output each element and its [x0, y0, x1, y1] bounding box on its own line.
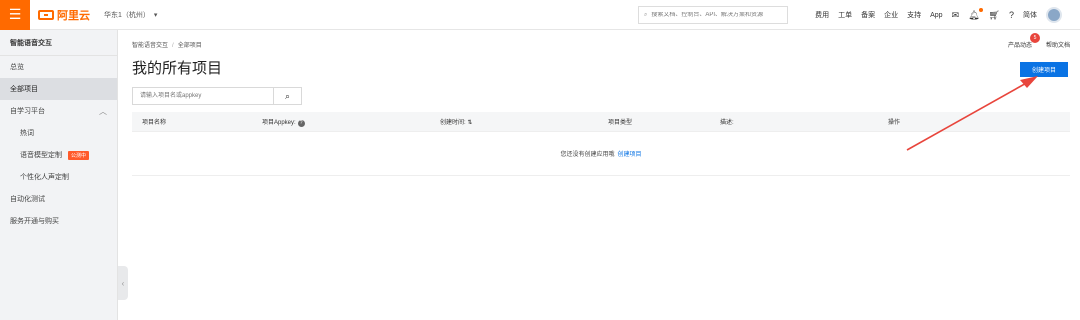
sidebar-item-voice-custom[interactable]: 个性化人声定制: [0, 166, 117, 188]
sidebar-item-label: 总览: [10, 64, 24, 71]
region-selector[interactable]: 华东1（杭州） ▾: [104, 10, 157, 20]
sidebar-collapse-handle[interactable]: ‹: [118, 266, 128, 300]
bell-icon[interactable]: 🔔︎: [968, 7, 983, 21]
top-navbar: ☰ 阿里云 华东1（杭州） ▾ ⌕ 费用 工单 备案 企业 支持 App ✉ 🔔…: [0, 0, 1080, 30]
search-icon: ⌕: [284, 90, 291, 101]
language-switch[interactable]: 简体: [1023, 10, 1037, 20]
region-label: 华东1（杭州）: [104, 11, 150, 19]
sidebar-item-label: 语音模型定制: [20, 152, 62, 159]
aliyun-logo[interactable]: 阿里云: [38, 7, 90, 23]
sidebar-item-label: 自学习平台: [10, 108, 45, 115]
global-search-input[interactable]: [651, 12, 782, 18]
sidebar-item-auto-test[interactable]: 自动化测试: [0, 188, 117, 210]
sidebar-title: 智能语音交互: [0, 30, 117, 56]
top-link-tickets[interactable]: 工单: [838, 10, 852, 20]
product-updates-label: 产品动态: [1007, 43, 1032, 49]
col-appkey: 项目Appkey:?: [262, 117, 305, 127]
mail-icon[interactable]: ✉: [952, 10, 960, 21]
project-table: 项目名称 项目Appkey:? 创建时间: ⇅ 项目类型 描述: 操作 您还没有…: [132, 112, 1070, 176]
sidebar-item-label: 全部项目: [10, 86, 38, 93]
menu-icon[interactable]: ☰: [0, 0, 30, 30]
top-link-icp[interactable]: 备案: [861, 10, 875, 20]
sidebar-item-purchase[interactable]: 服务开通与购买: [0, 210, 117, 232]
sidebar: 智能语音交互 总览 全部项目 自学习平台 ︿ 热词 语音模型定制 公测中 个性化人声…: [0, 30, 118, 320]
breadcrumb-item[interactable]: 智能语音交互: [132, 43, 168, 49]
help-docs-link[interactable]: 帮助文档: [1046, 40, 1070, 49]
help-icon[interactable]: ?: [297, 119, 305, 127]
avatar[interactable]: [1046, 7, 1062, 23]
sidebar-item-all-projects[interactable]: 全部项目: [0, 78, 117, 100]
col-name: 项目名称: [142, 120, 167, 126]
sidebar-item-overview[interactable]: 总览: [0, 56, 117, 78]
cart-icon[interactable]: 🛒︎: [989, 10, 1000, 21]
col-appkey-label: 项目Appkey:: [262, 119, 296, 126]
top-link-app[interactable]: App: [930, 12, 942, 19]
sidebar-item-self-learning[interactable]: 自学习平台 ︿: [0, 100, 117, 122]
search-button[interactable]: ⌕: [274, 87, 302, 105]
sidebar-item-label: 热词: [20, 130, 34, 137]
updates-badge: 5: [1029, 33, 1040, 43]
global-search[interactable]: ⌕: [638, 6, 788, 24]
project-search-input[interactable]: [132, 87, 274, 105]
create-project-button[interactable]: 创建项目: [1020, 62, 1068, 77]
sidebar-item-label: 服务开通与购买: [10, 218, 59, 225]
header-links: 产品动态 5 帮助文档: [1007, 33, 1070, 49]
help-icon[interactable]: ?: [1009, 10, 1014, 20]
col-actions: 操作: [888, 120, 901, 126]
col-created-label: 创建时间:: [440, 120, 466, 126]
breadcrumb: 智能语音交互 / 全部项目: [132, 43, 202, 49]
notification-dot: [978, 7, 983, 12]
product-updates-link[interactable]: 产品动态 5: [1007, 33, 1040, 49]
breadcrumb-current: 全部项目: [177, 43, 202, 49]
chevron-down-icon: ▾: [153, 11, 158, 19]
logo-text: 阿里云: [57, 9, 90, 22]
top-link-fees[interactable]: 费用: [815, 10, 829, 20]
main-content: 智能语音交互/全部项目 我的所有项目 产品动态5 帮助文档 创建项目 ⌕ 项目名…: [132, 30, 1070, 320]
col-description: 描述:: [720, 120, 734, 126]
empty-message: 您还没有创建应用哦: [560, 152, 615, 158]
project-filter: ⌕: [132, 87, 302, 105]
logo-mark-icon: [38, 9, 54, 20]
sidebar-item-label: 个性化人声定制: [20, 174, 69, 181]
chevron-up-icon: ︿: [99, 106, 107, 116]
sidebar-item-label: 自动化测试: [10, 196, 45, 203]
top-link-enterprise[interactable]: 企业: [884, 10, 898, 20]
empty-create-link[interactable]: 创建项目: [618, 149, 642, 158]
top-link-support[interactable]: 支持: [907, 10, 921, 20]
top-links: 费用 工单 备案 企业 支持 App ✉ 🔔︎ 🛒︎ ? 简体: [815, 0, 1080, 30]
sidebar-item-hotwords[interactable]: 热词: [0, 122, 117, 144]
beta-tag: 公测中: [68, 150, 90, 160]
col-type: 项目类型: [608, 120, 633, 126]
sidebar-item-model-custom[interactable]: 语音模型定制 公测中: [0, 144, 117, 166]
col-created[interactable]: 创建时间: ⇅: [440, 117, 472, 126]
empty-state: 您还没有创建应用哦 创建项目: [132, 132, 1070, 176]
sort-icon[interactable]: ⇅: [467, 120, 472, 126]
search-icon: ⌕: [644, 11, 648, 18]
page-title: 我的所有项目: [132, 60, 223, 77]
chevron-left-icon: ‹: [121, 278, 125, 288]
table-header: 项目名称 项目Appkey:? 创建时间: ⇅ 项目类型 描述: 操作: [132, 112, 1070, 132]
